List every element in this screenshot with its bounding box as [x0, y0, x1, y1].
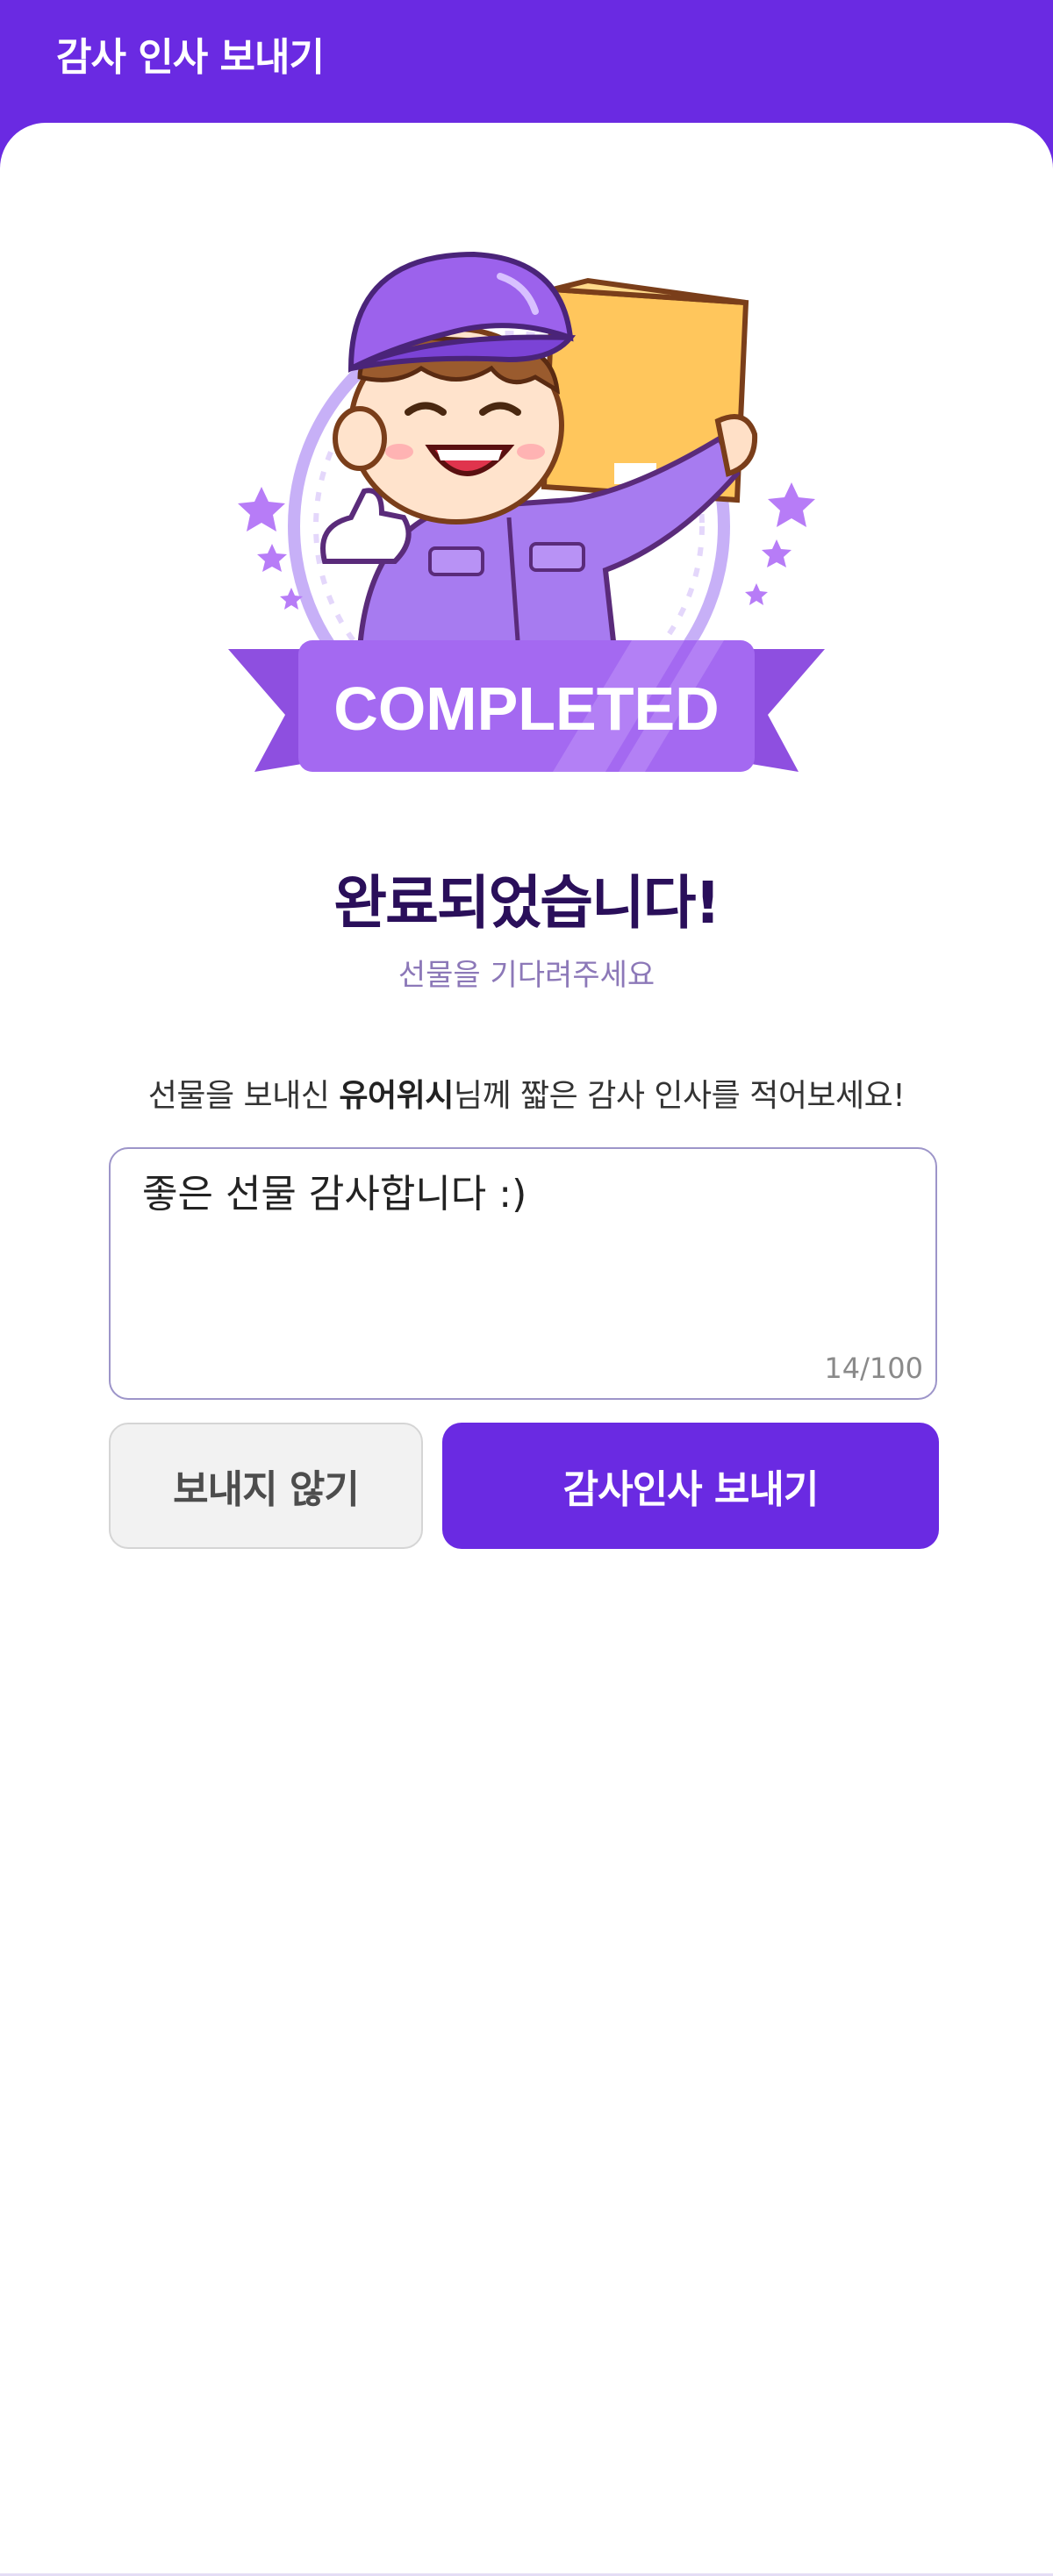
app-header: 감사 인사 보내기 — [0, 0, 1053, 123]
prompt-before: 선물을 보내신 — [147, 1078, 340, 1114]
completed-ribbon: COMPLETED — [228, 640, 825, 772]
header-title: 감사 인사 보내기 — [56, 35, 325, 80]
stars-right — [745, 482, 815, 605]
message-box: 좋은 선물 감사합니다 :) 14/100 — [109, 1147, 937, 1400]
worker-cap — [347, 251, 577, 373]
page-title: 완료되었습니다! — [333, 869, 720, 937]
skip-button[interactable]: 보내지 않기 — [109, 1423, 423, 1549]
thank-you-message-input[interactable]: 좋은 선물 감사합니다 :) — [142, 1168, 897, 1326]
character-counter: 14/100 — [824, 1352, 923, 1385]
message-prompt: 선물을 보내신 유어위시님께 짧은 감사 인사를 적어보세요! — [0, 1075, 1053, 1117]
prompt-after: 님께 짧은 감사 인사를 적어보세요! — [453, 1078, 906, 1114]
send-thanks-button[interactable]: 감사인사 보내기 — [442, 1423, 939, 1549]
sender-name: 유어위시 — [339, 1078, 454, 1114]
completed-badge-text: COMPLETED — [333, 674, 719, 743]
delivery-completed-illustration: COMPLETED — [228, 251, 825, 772]
page-subtitle: 선물을 기다려주세요 — [398, 958, 655, 993]
